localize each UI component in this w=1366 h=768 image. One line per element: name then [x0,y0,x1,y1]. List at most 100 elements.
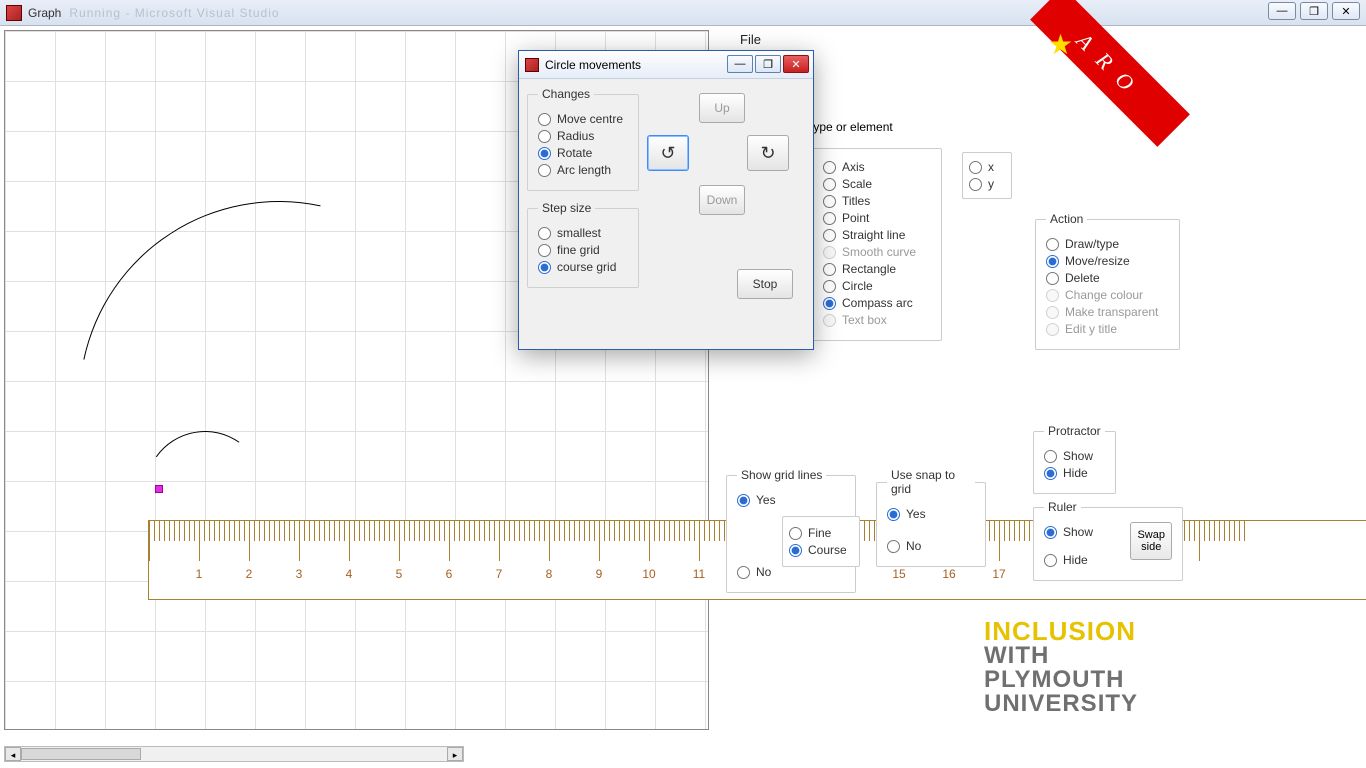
group-grid-fineness: Fine Course [782,516,860,567]
down-button[interactable]: Down [699,185,745,215]
radio-straight-line[interactable]: Straight line [823,228,931,242]
radio-text-box: Text box [823,313,931,327]
radio-change-colour: Change colour [1046,288,1169,302]
scroll-thumb[interactable] [21,748,141,760]
radio-axis[interactable]: Axis [823,160,931,174]
dialog-maximize-button[interactable]: ❐ [755,55,781,73]
dialog-title: Circle movements [545,58,641,72]
radio-draw[interactable]: Draw/type [1046,237,1169,251]
legend-step: Step size [538,201,595,215]
up-button[interactable]: Up [699,93,745,123]
logo-line-4: UNIVERSITY [984,692,1138,716]
legend-snap: Use snap to grid [887,468,975,496]
radio-rectangle[interactable]: Rectangle [823,262,931,276]
legend-ruler: Ruler [1044,500,1081,514]
legend-protractor: Protractor [1044,424,1105,438]
group-xy: x y [962,152,1012,199]
radio-fine[interactable]: Fine [789,526,853,540]
aro-ribbon: ARO ★ [1040,0,1180,160]
ruler-number: 8 [546,567,553,581]
ruler-number: 3 [296,567,303,581]
group-changes: Changes Move centre Radius Rotate Arc le… [527,87,639,191]
radio-grid-yes[interactable]: Yes [737,493,845,507]
stop-button[interactable]: Stop [737,269,793,299]
horizontal-scrollbar[interactable]: ◂ ▸ [4,746,464,762]
radio-compass-arc[interactable]: Compass arc [823,296,931,310]
ruler-number: 11 [693,567,705,581]
radio-point[interactable]: Point [823,211,931,225]
radio-delete[interactable]: Delete [1046,271,1169,285]
group-element-type: Axis Scale Titles Point Straight line Sm… [812,148,942,341]
group-protractor: Protractor Show Hide [1033,424,1116,494]
logo-line-1: INCLUSION [984,618,1138,644]
circle-movements-dialog[interactable]: Circle movements — ❐ ✕ Changes Move cent… [518,50,814,350]
radio-titles[interactable]: Titles [823,194,931,208]
menu-file[interactable]: File [740,32,761,47]
ruler-number: 4 [346,567,353,581]
app-icon [6,5,22,21]
legend-changes: Changes [538,87,594,101]
scroll-left-arrow[interactable]: ◂ [5,747,21,761]
group-ruler: Ruler Swap side Show Hide [1033,500,1183,581]
dialog-close-button[interactable]: ✕ [783,55,809,73]
radio-make-transparent: Make transparent [1046,305,1169,319]
swap-side-button[interactable]: Swap side [1130,522,1172,560]
radio-radius[interactable]: Radius [538,129,628,143]
ruler-number: 6 [446,567,453,581]
rotate-right-button[interactable]: ↻ [747,135,789,171]
window-subtitle: Running - Microsoft Visual Studio [69,6,279,20]
radio-scale[interactable]: Scale [823,177,931,191]
radio-prot-hide[interactable]: Hide [1044,466,1105,480]
ruler-number: 7 [496,567,503,581]
radio-fine-grid[interactable]: fine grid [538,243,628,257]
dialog-minimize-button[interactable]: — [727,55,753,73]
inclusion-logo: INCLUSION WITH PLYMOUTH UNIVERSITY [984,618,1138,716]
type-header: type or element [810,120,893,134]
radio-ruler-hide[interactable]: Hide [1044,553,1130,567]
radio-move-resize[interactable]: Move/resize [1046,254,1169,268]
radio-course-grid[interactable]: course grid [538,260,628,274]
logo-line-3: PLYMOUTH [984,668,1138,692]
radio-circle[interactable]: Circle [823,279,931,293]
arc-handle-start[interactable] [155,485,163,493]
radio-smooth-curve: Smooth curve [823,245,931,259]
radio-edit-y-title: Edit y title [1046,322,1169,336]
dialog-icon [525,58,539,72]
radio-grid-no[interactable]: No [737,565,845,579]
radio-course[interactable]: Course [789,543,853,557]
ruler-number: 9 [596,567,603,581]
radio-ruler-show[interactable]: Show [1044,525,1130,539]
star-icon: ★ [1048,28,1073,61]
legend-action: Action [1046,212,1087,226]
close-button[interactable]: ✕ [1332,2,1360,20]
ruler-number: 5 [396,567,403,581]
radio-snap-no[interactable]: No [887,539,975,553]
radio-snap-yes[interactable]: Yes [887,507,975,521]
group-snap: Use snap to grid Yes No [876,468,986,567]
group-action: Action Draw/type Move/resize Delete Chan… [1035,212,1180,350]
ruler-number: 2 [246,567,253,581]
radio-smallest[interactable]: smallest [538,226,628,240]
ruler-number: 10 [642,567,655,581]
ruler-number: 15 [892,567,905,581]
group-step-size: Step size smallest fine grid course grid [527,201,639,288]
window-title: Graph [28,6,61,20]
dialog-titlebar[interactable]: Circle movements — ❐ ✕ [519,51,813,79]
radio-move-centre[interactable]: Move centre [538,112,628,126]
ruler-number: 17 [992,567,1005,581]
rotate-left-button[interactable]: ↺ [647,135,689,171]
window-controls: — ❐ ✕ [1268,2,1360,20]
legend-show-grid: Show grid lines [737,468,826,482]
radio-arc-length[interactable]: Arc length [538,163,628,177]
radio-y[interactable]: y [969,177,1005,191]
radio-rotate[interactable]: Rotate [538,146,628,160]
ruler-number: 1 [196,567,203,581]
maximize-button[interactable]: ❐ [1300,2,1328,20]
minimize-button[interactable]: — [1268,2,1296,20]
scroll-right-arrow[interactable]: ▸ [447,747,463,761]
radio-prot-show[interactable]: Show [1044,449,1105,463]
ribbon-text: ARO [1030,0,1190,147]
logo-line-2: WITH [984,644,1138,668]
radio-x[interactable]: x [969,160,1005,174]
ruler-number: 16 [942,567,955,581]
